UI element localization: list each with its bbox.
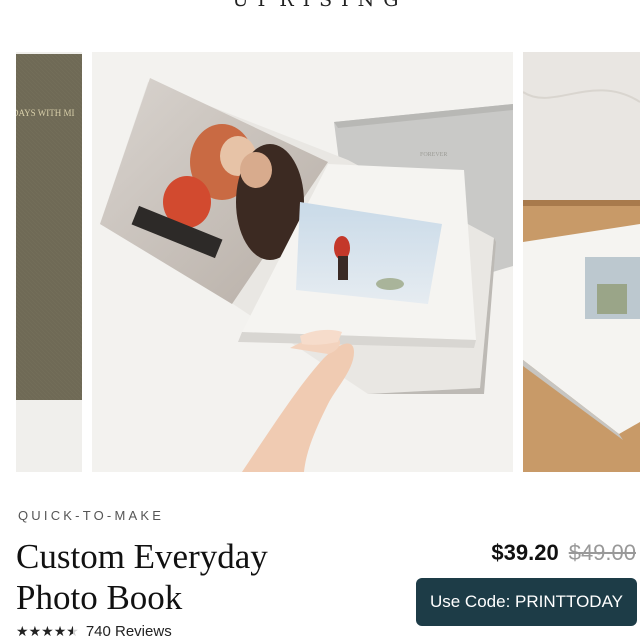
current-price: $39.20 <box>491 540 559 565</box>
carousel-slide-current[interactable]: FOREVER <box>92 52 513 472</box>
rating-stars: ★ ★ ★ ★ ★ ★ <box>16 622 79 640</box>
star-half-icon: ★ ★ <box>66 623 79 639</box>
product-image-carousel[interactable]: DAYS WITH MI FOREVER <box>0 52 640 472</box>
star-icon: ★ <box>28 623 42 639</box>
carousel-slide-previous[interactable]: DAYS WITH MI <box>16 52 82 472</box>
product-rating[interactable]: ★ ★ ★ ★ ★ ★ 740 Reviews <box>16 622 172 640</box>
original-price: $49.00 <box>568 540 636 565</box>
price-row: $39.20 $49.00 <box>491 540 636 566</box>
promo-code-button[interactable]: Use Code: PRINTTODAY <box>416 578 637 626</box>
star-icon: ★ <box>53 623 67 639</box>
grey-book-spine-text: FOREVER <box>420 152 447 158</box>
product-eyebrow: QUICK-TO-MAKE <box>18 508 165 523</box>
carousel-slide-next[interactable] <box>523 52 640 472</box>
left-cover-text: DAYS WITH MI <box>16 108 75 118</box>
brand-logo[interactable]: UPRISING <box>0 0 640 11</box>
star-icon: ★ <box>41 623 54 639</box>
reviews-link[interactable]: 740 Reviews <box>86 623 172 640</box>
star-icon: ★ <box>16 623 29 639</box>
product-title: Custom Everyday Photo Book <box>16 537 268 617</box>
